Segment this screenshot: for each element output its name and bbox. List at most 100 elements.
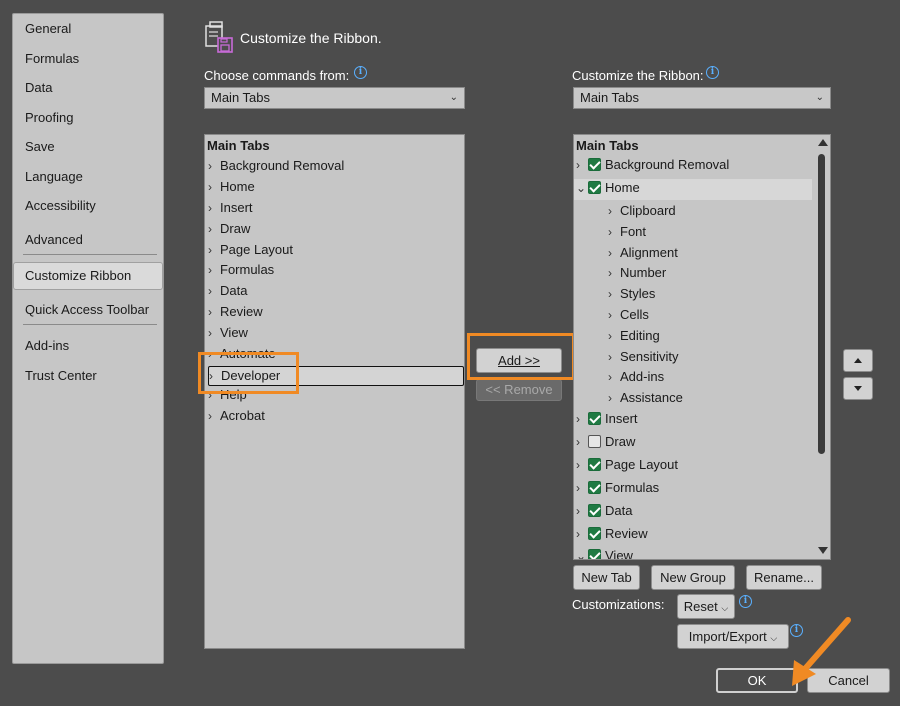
rename-button[interactable]: Rename... bbox=[746, 565, 822, 590]
move-up-icon bbox=[854, 358, 862, 363]
nav-item-customize-ribbon[interactable]: Customize Ribbon bbox=[25, 268, 131, 283]
tree-subitem[interactable]: › Add-ins bbox=[608, 369, 664, 384]
list-item[interactable]: › Draw bbox=[208, 221, 250, 236]
chevron-down-icon: ⌄ bbox=[815, 92, 824, 103]
info-icon[interactable]: i bbox=[706, 66, 719, 79]
list-item[interactable]: › Formulas bbox=[208, 262, 274, 277]
checkbox-checked[interactable] bbox=[588, 412, 601, 425]
nav-item-general[interactable]: General bbox=[25, 21, 71, 36]
list-item[interactable]: › Page Layout bbox=[208, 242, 293, 257]
scrollbar[interactable] bbox=[814, 135, 830, 559]
tree-item[interactable]: › Formulas bbox=[576, 480, 659, 495]
chevron-right-icon: › bbox=[576, 435, 580, 449]
chevron-right-icon: › bbox=[208, 159, 212, 173]
customizations-label: Customizations: bbox=[572, 597, 665, 612]
list-item[interactable]: › Background Removal bbox=[208, 158, 344, 173]
import-export-button[interactable]: Import/Export ⌵ bbox=[677, 624, 789, 649]
chevron-right-icon: › bbox=[208, 263, 212, 277]
list-item[interactable]: › Insert bbox=[208, 200, 253, 215]
chevron-right-icon: › bbox=[608, 350, 612, 364]
chevron-right-icon: › bbox=[608, 370, 612, 384]
tree-subitem[interactable]: › Font bbox=[608, 224, 646, 239]
chevron-right-icon: › bbox=[576, 527, 580, 541]
info-icon[interactable]: i bbox=[739, 595, 752, 608]
highlight-developer bbox=[198, 352, 299, 394]
chevron-down-icon: ⌵ bbox=[770, 633, 778, 643]
tree-item[interactable]: ⌄ Home bbox=[576, 180, 640, 195]
nav-item-save[interactable]: Save bbox=[25, 139, 55, 154]
customize-ribbon-label: Customize the Ribbon: bbox=[572, 68, 704, 83]
page-title: Customize the Ribbon. bbox=[240, 30, 382, 46]
move-up-button[interactable] bbox=[843, 349, 873, 372]
list-item[interactable]: › View bbox=[208, 325, 248, 340]
checkbox-checked[interactable] bbox=[588, 527, 601, 540]
reset-button[interactable]: Reset ⌵ bbox=[677, 594, 735, 619]
chevron-right-icon: › bbox=[576, 504, 580, 518]
checkbox-checked[interactable] bbox=[588, 181, 601, 194]
chevron-down-icon: ⌄ bbox=[449, 92, 458, 103]
info-icon[interactable]: i bbox=[354, 66, 367, 79]
chevron-right-icon: › bbox=[576, 158, 580, 172]
scroll-down-icon[interactable] bbox=[818, 547, 828, 554]
checkbox-unchecked[interactable] bbox=[588, 435, 601, 448]
nav-item-language[interactable]: Language bbox=[25, 169, 83, 184]
chevron-right-icon: › bbox=[208, 243, 212, 257]
move-down-button[interactable] bbox=[843, 377, 873, 400]
chevron-down-icon: ⌄ bbox=[576, 549, 587, 560]
nav-item-data[interactable]: Data bbox=[25, 80, 52, 95]
tree-item[interactable]: › Page Layout bbox=[576, 457, 678, 472]
tree-item[interactable]: › Background Removal bbox=[576, 157, 729, 172]
chevron-right-icon: › bbox=[576, 412, 580, 426]
new-group-button[interactable]: New Group bbox=[651, 565, 735, 590]
chevron-right-icon: › bbox=[608, 287, 612, 301]
tree-item[interactable]: › Review bbox=[576, 526, 648, 541]
list-item[interactable]: › Acrobat bbox=[208, 408, 265, 423]
choose-commands-label: Choose commands from: bbox=[204, 68, 350, 83]
list-item[interactable]: › Home bbox=[208, 179, 255, 194]
dropdown-value: Main Tabs bbox=[211, 90, 271, 105]
tree-item[interactable]: › Insert bbox=[576, 411, 638, 426]
tree-subitem[interactable]: › Alignment bbox=[608, 245, 678, 260]
checkbox-checked[interactable] bbox=[588, 549, 601, 559]
tree-item[interactable]: › Draw bbox=[576, 434, 635, 449]
tree-subitem[interactable]: › Number bbox=[608, 265, 666, 280]
nav-item-quick-access-toolbar[interactable]: Quick Access Toolbar bbox=[25, 302, 149, 317]
checkbox-checked[interactable] bbox=[588, 481, 601, 494]
dropdown-value: Main Tabs bbox=[580, 90, 640, 105]
nav-item-proofing[interactable]: Proofing bbox=[25, 110, 73, 125]
tree-item[interactable]: ⌄ View bbox=[576, 548, 633, 560]
checkbox-checked[interactable] bbox=[588, 158, 601, 171]
checkbox-checked[interactable] bbox=[588, 504, 601, 517]
nav-divider bbox=[23, 324, 157, 325]
customize-ribbon-dropdown[interactable]: Main Tabs ⌄ bbox=[573, 87, 831, 109]
new-tab-button[interactable]: New Tab bbox=[573, 565, 640, 590]
chevron-right-icon: › bbox=[608, 308, 612, 322]
nav-item-add-ins[interactable]: Add-ins bbox=[25, 338, 69, 353]
ribbon-tree[interactable]: Main Tabs › Background Removal ⌄ Home › Cli… bbox=[573, 134, 831, 560]
chevron-right-icon: › bbox=[576, 481, 580, 495]
scrollbar-thumb[interactable] bbox=[818, 154, 825, 454]
move-down-icon bbox=[854, 386, 862, 391]
tree-subitem[interactable]: › Editing bbox=[608, 328, 660, 343]
choose-commands-dropdown[interactable]: Main Tabs ⌄ bbox=[204, 87, 465, 109]
chevron-right-icon: › bbox=[608, 225, 612, 239]
chevron-right-icon: › bbox=[576, 458, 580, 472]
options-nav: General Formulas Data Proofing Save Lang… bbox=[12, 13, 164, 664]
tree-subitem[interactable]: › Sensitivity bbox=[608, 349, 679, 364]
list-item[interactable]: › Review bbox=[208, 304, 263, 319]
tree-subitem[interactable]: › Cells bbox=[608, 307, 649, 322]
chevron-right-icon: › bbox=[208, 222, 212, 236]
nav-item-accessibility[interactable]: Accessibility bbox=[25, 198, 96, 213]
tree-subitem[interactable]: › Styles bbox=[608, 286, 655, 301]
nav-item-trust-center[interactable]: Trust Center bbox=[25, 368, 97, 383]
pointer-arrow-icon bbox=[792, 617, 851, 686]
tree-item[interactable]: › Data bbox=[576, 503, 632, 518]
checkbox-checked[interactable] bbox=[588, 458, 601, 471]
tree-subitem[interactable]: › Clipboard bbox=[608, 203, 676, 218]
scroll-up-icon[interactable] bbox=[818, 139, 828, 146]
list-item[interactable]: › Data bbox=[208, 283, 247, 298]
customize-ribbon-icon bbox=[204, 20, 236, 54]
tree-subitem[interactable]: › Assistance bbox=[608, 390, 683, 405]
nav-item-formulas[interactable]: Formulas bbox=[25, 51, 79, 66]
nav-item-advanced[interactable]: Advanced bbox=[25, 232, 83, 247]
